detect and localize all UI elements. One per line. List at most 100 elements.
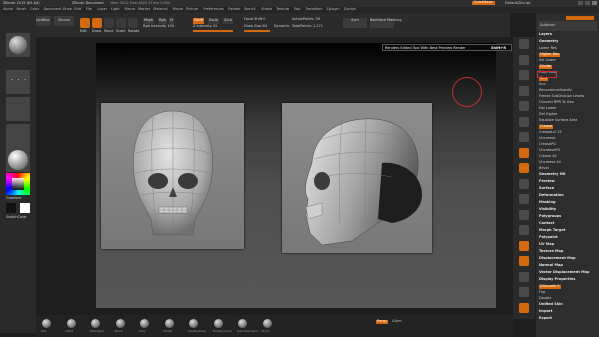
m-button[interactable]: M (169, 18, 175, 24)
brush-thumbnail[interactable] (6, 33, 30, 57)
z-intensity-slider[interactable]: Z Intensity 25 (193, 24, 217, 29)
menu-alpha[interactable]: Alpha (3, 8, 13, 12)
maximize-icon[interactable] (585, 1, 590, 5)
menu-tool[interactable]: Tool (294, 8, 301, 12)
palette-item-lower-res[interactable]: Lower Res (539, 46, 557, 51)
palette-item-crease[interactable]: Crease (539, 124, 554, 129)
menu-render[interactable]: Render (228, 8, 240, 12)
brush-icon[interactable] (42, 319, 51, 328)
mrgb-button[interactable]: Mrgb (143, 18, 154, 24)
menu-material[interactable]: Material (153, 8, 167, 12)
palette-item-vector-displacement-map[interactable]: Vector Displacement Map (539, 270, 589, 275)
zcut-button[interactable]: Zcut (223, 18, 233, 24)
menu-edit[interactable]: Edit (74, 8, 81, 12)
palette-item-freeze-subdivision-levels[interactable]: Freeze SubDivision Levels (539, 94, 584, 99)
menu-draw[interactable]: Draw (63, 8, 72, 12)
palette-item-sel-lower[interactable]: Sel Lower (539, 58, 556, 63)
shelf-tool-icon[interactable] (519, 178, 529, 189)
palette-item-contact[interactable]: Contact (539, 221, 554, 226)
shelf-tool-icon[interactable] (519, 101, 529, 111)
sym-button[interactable]: Sym (343, 18, 367, 28)
gradient-label[interactable]: Gradient (6, 196, 21, 201)
color-square[interactable] (12, 178, 24, 190)
material-thumbnail[interactable] (6, 148, 30, 172)
menu-preferences[interactable]: Preferences (203, 8, 224, 12)
shelf-tool-icon[interactable] (519, 85, 529, 96)
palette-item-preview[interactable]: Preview (539, 179, 555, 184)
palette-item-suv[interactable]: Suv (539, 82, 546, 87)
menu-movie[interactable]: Movie (173, 8, 183, 12)
palette-top-orange-bar[interactable] (566, 16, 594, 20)
brush-icon[interactable] (66, 319, 76, 328)
draw-mode-button[interactable] (92, 18, 102, 28)
shelf-tool-icon[interactable] (519, 302, 529, 313)
dynamic-button[interactable]: Dynamic (274, 24, 289, 29)
palette-item-dsmooth-0[interactable]: DSmooth 0 (539, 284, 561, 289)
shelf-tool-icon[interactable] (519, 287, 529, 297)
shelf-tool-icon[interactable] (519, 132, 529, 142)
lsym-button[interactable]: LSym (392, 319, 402, 324)
brush-icon[interactable] (164, 319, 174, 328)
palette-item-equalize-surface-area[interactable]: Equalize Surface Area (539, 118, 577, 123)
menu-stroke[interactable]: Stroke (261, 8, 272, 12)
edit-mode-button[interactable] (80, 18, 90, 28)
brush-icon[interactable] (189, 319, 198, 328)
primary-color-swatch[interactable] (20, 203, 30, 213)
subtool-strip[interactable]: Subtract (538, 21, 597, 31)
palette-item-creaselvl-15[interactable]: CreaseLvl 15 (539, 130, 562, 135)
stroke-thumbnail[interactable]: · · · (6, 70, 30, 94)
zadd-button[interactable]: Zadd (193, 18, 204, 24)
palette-item-reconstructsubdiv[interactable]: ReconstructSubdiv (539, 88, 572, 93)
palette-item-geometry-hd[interactable]: Geometry HD (539, 172, 565, 177)
shelf-tool-icon[interactable] (519, 256, 529, 266)
palette-item-texture-map[interactable]: Texture Map (539, 249, 563, 254)
zsub-button[interactable]: Zsub (208, 18, 219, 24)
menu-stencil[interactable]: Stencil (244, 8, 256, 12)
quicksave-button[interactable]: QuickSave (472, 0, 495, 5)
palette-item-del-lower[interactable]: Del Lower (539, 106, 556, 111)
palette-item-convert-bpr-to-geo[interactable]: Convert BPR To Geo (539, 100, 574, 105)
palette-item-polygroups[interactable]: Polygroups (539, 214, 561, 219)
palette-item-deformation[interactable]: Deformation (539, 193, 564, 198)
palette-item-creasepg[interactable]: CreasePG (539, 142, 556, 147)
shelf-tool-icon[interactable] (519, 163, 529, 173)
palette-item-geometry[interactable]: Geometry (539, 39, 558, 44)
menu-brush[interactable]: Brush (17, 8, 27, 12)
layers-header[interactable]: Layers (539, 32, 552, 37)
menu-macro[interactable]: Macro (125, 8, 136, 12)
palette-item-divide[interactable]: Divide (539, 64, 553, 69)
palette-item-uncrease[interactable]: Uncrease (539, 136, 555, 141)
palette-item-unified-skin[interactable]: Unified Skin (539, 302, 563, 307)
shelf-tool-icon[interactable] (519, 70, 529, 80)
default-script-label[interactable]: DefaultZScript (505, 1, 530, 6)
palette-item-import[interactable]: Import (539, 309, 552, 314)
shelf-tool-icon[interactable] (519, 147, 529, 158)
palette-item-normal-map[interactable]: Normal Map (539, 263, 563, 268)
secondary-color-swatch[interactable] (6, 203, 16, 213)
canvas-viewport[interactable] (96, 43, 496, 308)
menu-file[interactable]: File (86, 8, 92, 12)
menu-document[interactable]: Document (44, 8, 62, 12)
palette-item-del-higher[interactable]: Del Higher (539, 112, 558, 117)
brush-icon[interactable] (91, 319, 100, 328)
minimize-icon[interactable] (578, 1, 583, 5)
brush-icon[interactable] (262, 319, 272, 328)
palette-item-crease-all[interactable]: Crease All (539, 154, 557, 159)
brush-icon[interactable] (238, 319, 247, 328)
rgb-intensity-slider[interactable]: Rgb Intensity 100 (143, 24, 174, 29)
draw-size-slider[interactable]: Draw Size 64 (244, 24, 267, 29)
rgb-button[interactable]: Rgb (158, 18, 167, 24)
menu-light[interactable]: Light (111, 8, 120, 12)
rotate-mode-button[interactable] (128, 18, 138, 28)
shelf-tool-icon[interactable] (519, 240, 529, 251)
palette-item-bevel[interactable]: Bevel (539, 166, 549, 171)
menu-color[interactable]: Color (30, 8, 39, 12)
switch-color-label[interactable]: SwitchColor (6, 215, 27, 220)
alpha-thumbnail[interactable] (6, 97, 30, 121)
palette-item-morph-target[interactable]: Morph Target (539, 228, 565, 233)
palette-item-double[interactable]: Double (539, 296, 551, 301)
palette-item-surface[interactable]: Surface (539, 186, 554, 191)
close-icon[interactable] (592, 1, 597, 5)
menu-layer[interactable]: Layer (98, 8, 108, 12)
zbrush-button[interactable]: Zbrush (54, 16, 74, 26)
